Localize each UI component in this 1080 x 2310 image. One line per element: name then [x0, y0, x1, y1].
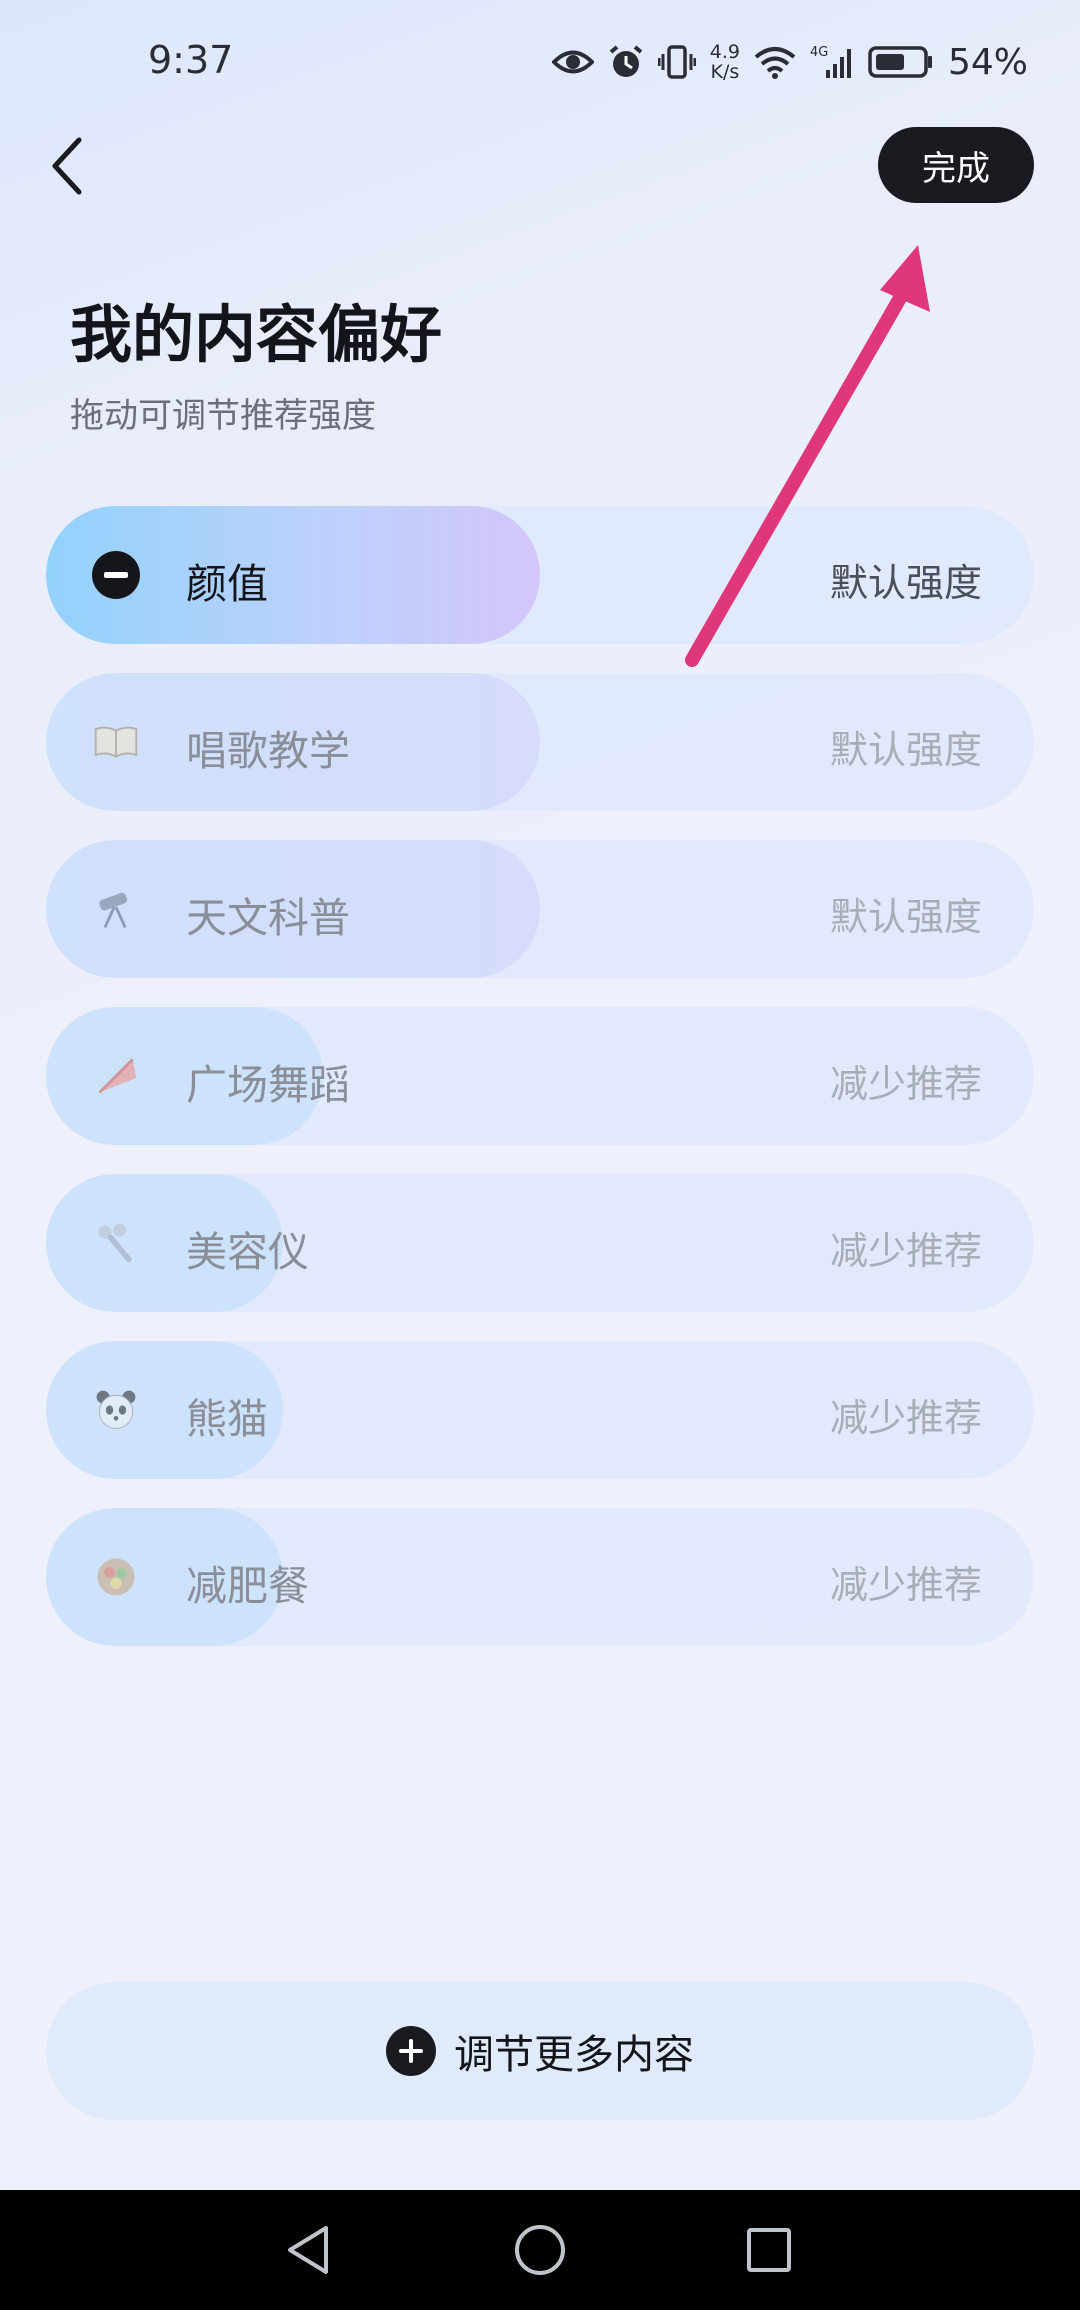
- system-nav-bar: [0, 2190, 1080, 2310]
- page-title: 我的内容偏好: [70, 298, 443, 371]
- home-circle-icon: [515, 2225, 565, 2275]
- pref-strength: 减少推荐: [829, 1062, 982, 1106]
- minus-circle-icon[interactable]: [92, 551, 140, 599]
- done-button[interactable]: 完成: [878, 127, 1034, 203]
- pref-row-square-dance[interactable]: 广场舞蹈 减少推荐: [46, 1007, 1034, 1145]
- pref-row-panda[interactable]: 熊猫 减少推荐: [46, 1341, 1034, 1479]
- net-speed-unit: K/s: [710, 61, 740, 83]
- net-speed: 4.9 K/s: [710, 42, 740, 82]
- pref-label: 颜值: [186, 560, 268, 608]
- fan-dance-icon: [92, 1052, 140, 1100]
- open-book-icon: [92, 718, 140, 766]
- chevron-left-icon: [52, 137, 82, 195]
- net-speed-value: 4.9: [709, 41, 740, 63]
- nav-back-button[interactable]: [273, 2220, 343, 2280]
- page-subtitle: 拖动可调节推荐强度: [70, 396, 376, 436]
- panda-icon: [92, 1386, 140, 1434]
- plus-circle-icon: [386, 2026, 436, 2076]
- pref-strength: 默认强度: [829, 728, 982, 772]
- pref-label: 减肥餐: [186, 1562, 309, 1610]
- alarm-icon: [608, 44, 644, 80]
- pref-label: 广场舞蹈: [186, 1061, 350, 1109]
- battery-percent: 54%: [947, 41, 1028, 83]
- pref-strength: 减少推荐: [829, 1563, 982, 1607]
- pref-strength: 默认强度: [829, 895, 982, 939]
- pref-row-diet-meal[interactable]: 减肥餐 减少推荐: [46, 1508, 1034, 1646]
- status-time: 9:37: [148, 38, 234, 82]
- pref-row-singing[interactable]: 唱歌教学 默认强度: [46, 673, 1034, 811]
- salad-bowl-icon: [92, 1553, 140, 1601]
- vibrate-icon: [657, 44, 696, 80]
- beauty-device-icon: [92, 1219, 140, 1267]
- status-bar: 9:37 4.9 K/s 4G 54%: [0, 0, 1080, 120]
- eye-icon: [551, 47, 594, 77]
- pref-strength: 默认强度: [829, 561, 982, 605]
- pref-label: 唱歌教学: [186, 727, 350, 775]
- nav-home-button[interactable]: [505, 2220, 575, 2280]
- pref-label: 天文科普: [186, 894, 350, 942]
- pref-label: 美容仪: [186, 1228, 309, 1276]
- pref-row-yanzhi[interactable]: 颜值 默认强度: [46, 506, 1034, 644]
- pref-row-astronomy[interactable]: 天文科普 默认强度: [46, 840, 1034, 978]
- adjust-more-label: 调节更多内容: [454, 2032, 694, 2078]
- pref-label: 熊猫: [186, 1395, 268, 1443]
- pref-strength: 减少推荐: [829, 1396, 982, 1440]
- signal-icon: 4G: [810, 44, 854, 80]
- back-button[interactable]: [40, 128, 94, 204]
- network-type: 4G: [810, 45, 828, 60]
- nav-recents-button[interactable]: [734, 2220, 804, 2280]
- back-triangle-icon: [288, 2226, 328, 2274]
- pref-row-beauty-device[interactable]: 美容仪 减少推荐: [46, 1174, 1034, 1312]
- adjust-more-button[interactable]: 调节更多内容: [46, 1982, 1034, 2120]
- wifi-icon: [754, 45, 796, 79]
- battery-icon: [868, 45, 934, 79]
- recents-square-icon: [747, 2228, 791, 2272]
- telescope-icon: [92, 885, 140, 933]
- pref-strength: 减少推荐: [829, 1229, 982, 1273]
- status-icons: 4.9 K/s 4G 54%: [551, 38, 1028, 86]
